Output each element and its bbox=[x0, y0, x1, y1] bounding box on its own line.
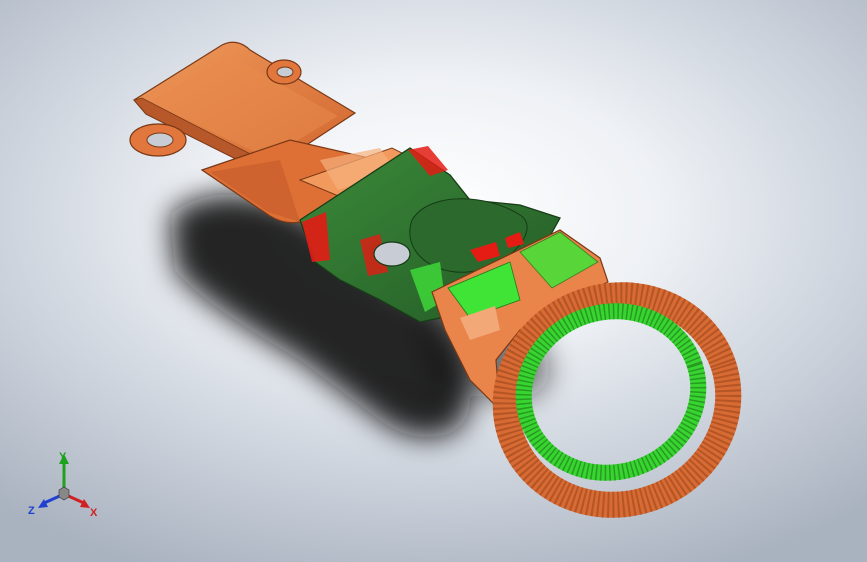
z-axis-label: Z bbox=[28, 505, 35, 517]
3d-model-buckle[interactable] bbox=[0, 0, 867, 562]
view-orientation-triad[interactable]: Y X Z bbox=[26, 448, 106, 524]
x-axis-label: X bbox=[90, 507, 98, 519]
graphics-viewport[interactable]: Y X Z bbox=[0, 0, 867, 562]
triad-origin-cube bbox=[58, 486, 70, 501]
y-axis-label: Y bbox=[59, 451, 67, 463]
